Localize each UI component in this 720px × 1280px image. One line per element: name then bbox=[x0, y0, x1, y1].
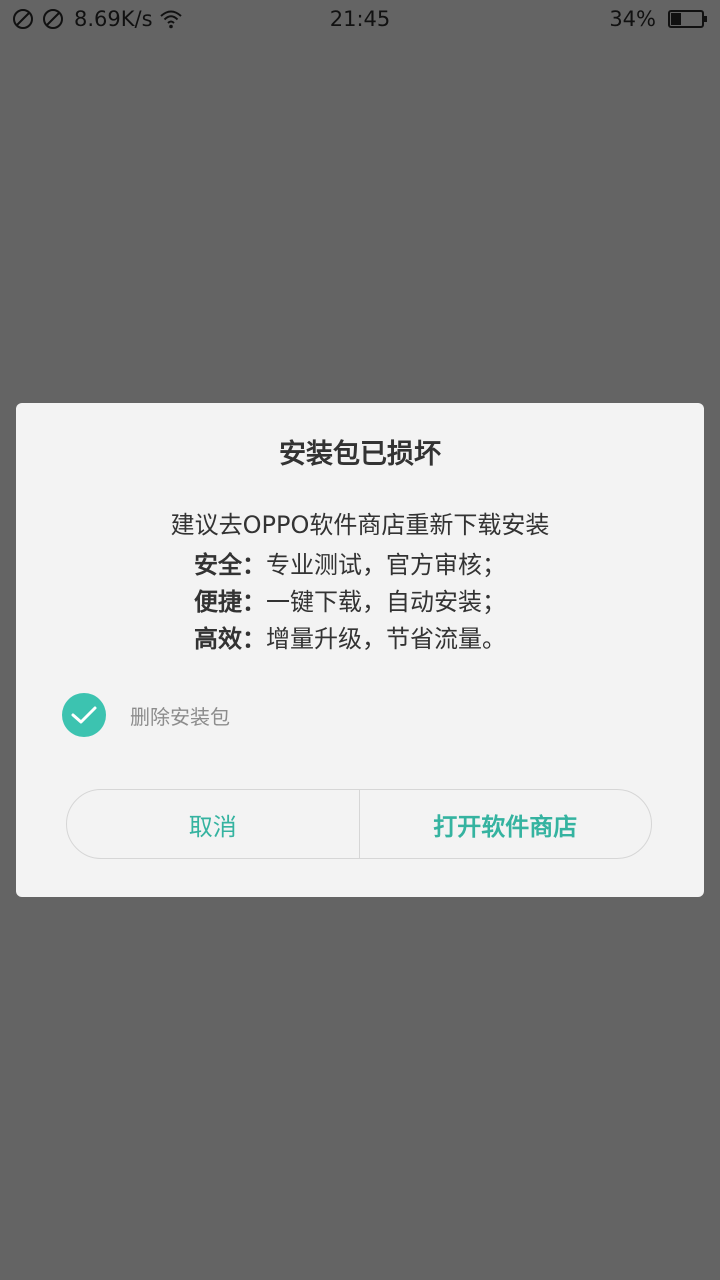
open-store-button[interactable]: 打开软件商店 bbox=[360, 790, 652, 858]
feature-list: 安全：专业测试，官方审核； 便捷：一键下载，自动安装； 高效：增量升级，节省流量… bbox=[194, 547, 624, 658]
delete-package-checkbox[interactable] bbox=[62, 693, 106, 737]
feature-key: 便捷： bbox=[194, 588, 266, 616]
screen: 8.69K/s 21:45 34% 安装包已损坏 建议去OPPO软件商店重新下载… bbox=[0, 0, 720, 1280]
corrupted-package-dialog: 安装包已损坏 建议去OPPO软件商店重新下载安装 安全：专业测试，官方审核； 便… bbox=[16, 403, 704, 897]
feature-key: 安全： bbox=[194, 551, 266, 579]
delete-package-checkbox-row[interactable]: 删除安装包 bbox=[62, 693, 230, 737]
dialog-button-group: 取消 打开软件商店 bbox=[66, 789, 652, 859]
delete-package-label[interactable]: 删除安装包 bbox=[130, 701, 230, 730]
battery-percentage: 34% bbox=[609, 7, 656, 31]
cancel-button[interactable]: 取消 bbox=[67, 790, 359, 858]
dialog-title: 安装包已损坏 bbox=[279, 439, 441, 470]
feature-item: 便捷：一键下载，自动安装； bbox=[194, 584, 624, 621]
feature-value: 增量升级，节省流量。 bbox=[266, 625, 506, 653]
dialog-message: 建议去OPPO软件商店重新下载安装 bbox=[170, 511, 550, 539]
status-right: 34% bbox=[609, 6, 708, 32]
feature-value: 一键下载，自动安装； bbox=[266, 588, 506, 616]
feature-value: 专业测试，官方审核； bbox=[266, 551, 506, 579]
battery-icon bbox=[668, 9, 708, 29]
feature-item: 高效：增量升级，节省流量。 bbox=[194, 621, 624, 658]
feature-item: 安全：专业测试，官方审核； bbox=[194, 547, 624, 584]
feature-key: 高效： bbox=[194, 625, 266, 653]
status-bar: 8.69K/s 21:45 34% bbox=[0, 0, 720, 38]
checkmark-icon bbox=[71, 706, 97, 724]
